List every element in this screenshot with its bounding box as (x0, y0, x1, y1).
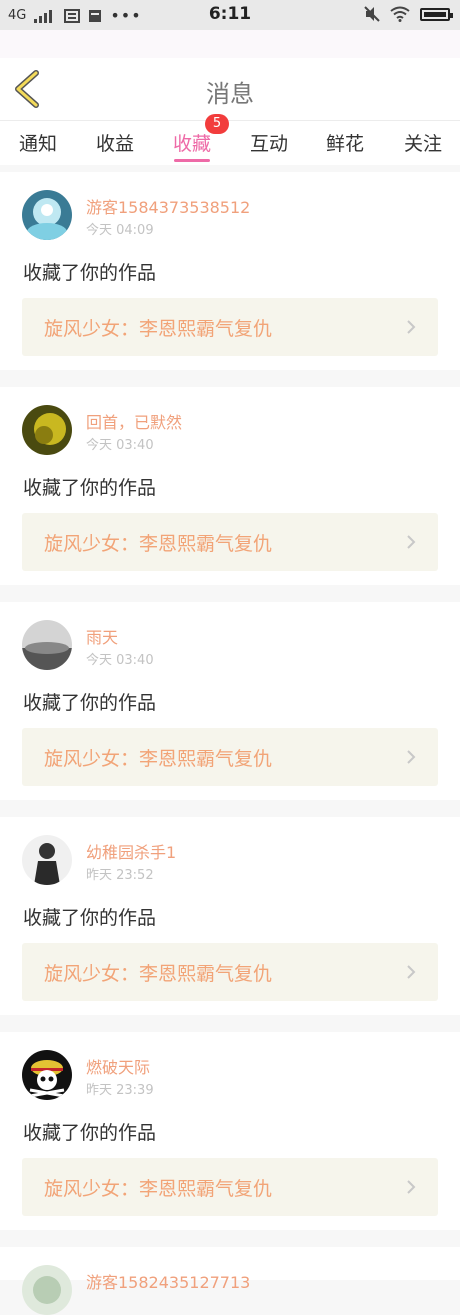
message-card: 雨天 今天 03:40 收藏了你的作品 旋风少女：李恩熙霸气复仇 (0, 602, 460, 800)
favorites-count-badge: 5 (205, 114, 229, 134)
action-text: 收藏了你的作品 (23, 1122, 157, 1144)
work-link[interactable]: 旋风少女：李恩熙霸气复仇 (22, 298, 438, 356)
chevron-right-icon (407, 535, 416, 549)
tab-following[interactable]: 关注 (404, 129, 442, 156)
battery-icon (420, 7, 453, 21)
work-link[interactable]: 旋风少女：李恩熙霸气复仇 (22, 728, 438, 786)
work-link[interactable]: 旋风少女：李恩熙霸气复仇 (22, 513, 438, 571)
mute-icon (364, 6, 380, 22)
username[interactable]: 游客1584373538512 (86, 194, 250, 218)
action-text: 收藏了你的作品 (23, 907, 157, 929)
tab-interactions[interactable]: 互动 (250, 129, 288, 156)
work-title: 旋风少女：李恩熙霸气复仇 (44, 748, 273, 770)
tab-bar: 通知 收益 收藏 互动 鲜花 关注 (0, 121, 460, 165)
timestamp: 昨天 23:52 (86, 868, 154, 883)
work-title: 旋风少女：李恩熙霸气复仇 (44, 533, 273, 555)
action-text: 收藏了你的作品 (23, 477, 157, 499)
page-title: 消息 (206, 80, 254, 108)
avatar[interactable] (22, 405, 72, 455)
message-card: 回首，已默然 今天 03:40 收藏了你的作品 旋风少女：李恩熙霸气复仇 (0, 387, 460, 585)
tab-earnings[interactable]: 收益 (96, 129, 134, 156)
work-link[interactable]: 旋风少女：李恩熙霸气复仇 (22, 943, 438, 1001)
tab-notifications[interactable]: 通知 (19, 129, 57, 156)
action-text: 收藏了你的作品 (23, 692, 157, 714)
work-title: 旋风少女：李恩熙霸气复仇 (44, 318, 273, 340)
timestamp: 今天 03:40 (86, 653, 154, 668)
work-title: 旋风少女：李恩熙霸气复仇 (44, 1178, 273, 1200)
chevron-right-icon (407, 750, 416, 764)
message-card: 游客1584373538512 今天 04:09 收藏了你的作品 旋风少女：李恩… (0, 172, 460, 370)
status-right (364, 6, 453, 22)
tab-flowers[interactable]: 鲜花 (326, 129, 364, 156)
chevron-right-icon (407, 965, 416, 979)
message-card: 幼稚园杀手1 昨天 23:52 收藏了你的作品 旋风少女：李恩熙霸气复仇 (0, 817, 460, 1015)
timestamp: 今天 04:09 (86, 223, 154, 238)
work-link[interactable]: 旋风少女：李恩熙霸气复仇 (22, 1158, 438, 1216)
username[interactable]: 回首，已默然 (86, 409, 182, 433)
chevron-right-icon (407, 320, 416, 334)
wifi-icon (390, 6, 410, 22)
active-tab-indicator (174, 159, 210, 162)
chevron-right-icon (407, 1180, 416, 1194)
status-spacer (0, 30, 460, 58)
work-title: 旋风少女：李恩熙霸气复仇 (44, 963, 273, 985)
timestamp: 今天 03:40 (86, 438, 154, 453)
avatar[interactable] (22, 190, 72, 240)
avatar[interactable] (22, 620, 72, 670)
message-card: 燃破天际 昨天 23:39 收藏了你的作品 旋风少女：李恩熙霸气复仇 (0, 1032, 460, 1230)
avatar[interactable] (22, 1050, 72, 1100)
timestamp: 昨天 23:39 (86, 1083, 154, 1098)
username[interactable]: 燃破天际 (86, 1054, 150, 1078)
username[interactable]: 游客1582435127713 (86, 1269, 250, 1293)
username[interactable]: 雨天 (86, 624, 118, 648)
status-bar: 4G ••• 6:11 (0, 0, 460, 30)
app-header: 消息 (0, 58, 460, 121)
action-text: 收藏了你的作品 (23, 262, 157, 284)
avatar[interactable] (22, 1265, 72, 1315)
avatar[interactable] (22, 835, 72, 885)
tab-favorites[interactable]: 收藏 (173, 129, 211, 156)
message-card: 游客1582435127713 (0, 1247, 460, 1315)
username[interactable]: 幼稚园杀手1 (86, 839, 176, 863)
